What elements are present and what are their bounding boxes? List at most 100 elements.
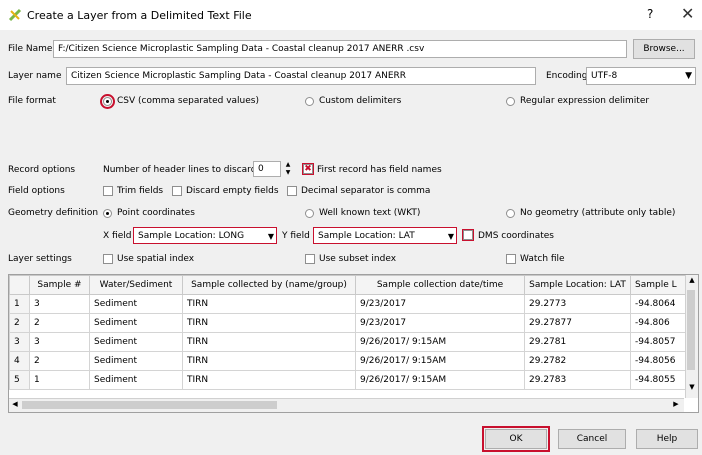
table-cell: 9/23/2017 — [355, 313, 525, 333]
table-cell: 2 — [29, 313, 90, 333]
column-header[interactable]: Sample collected by (name/group) — [182, 275, 356, 295]
qgis-logo-icon — [8, 8, 22, 22]
trim-fields-label: Trim fields — [117, 186, 164, 196]
close-icon[interactable]: ✕ — [681, 4, 694, 23]
layer-settings-label: Layer settings — [8, 254, 72, 264]
discard-empty-checkbox[interactable] — [172, 186, 182, 196]
table-cell: TIRN — [182, 370, 356, 390]
table-cell: TIRN — [182, 313, 356, 333]
y-field-label: Y field — [282, 231, 310, 241]
watch-file-label: Watch file — [520, 254, 565, 264]
column-header[interactable]: Water/Sediment — [89, 275, 183, 295]
table-cell: Sediment — [89, 332, 183, 352]
watch-file-checkbox[interactable] — [506, 254, 516, 264]
table-cell: 9/26/2017/ 9:15AM — [355, 370, 525, 390]
radio-regex-delimiter-label: Regular expression delimiter — [520, 96, 650, 106]
table-cell: -94.8055 — [630, 370, 689, 390]
y-field-select[interactable]: Sample Location: LAT ▼ — [313, 227, 457, 244]
file-name-label: File Name — [8, 44, 53, 54]
table-cell: TIRN — [182, 332, 356, 352]
radio-regex-delimiter[interactable] — [506, 97, 515, 106]
table-row[interactable]: 4 2 Sediment TIRN 9/26/2017/ 9:15AM 29.2… — [9, 351, 689, 371]
scroll-left-icon[interactable]: ◀ — [10, 400, 20, 411]
layer-name-input[interactable]: Citizen Science Microplastic Sampling Da… — [66, 67, 536, 85]
spinner-arrows-icon[interactable]: ▲ ▼ — [283, 161, 293, 177]
first-record-checkbox[interactable]: ✖ — [302, 163, 314, 175]
radio-point-coordinates[interactable] — [103, 209, 112, 218]
layer-name-label: Layer name — [8, 71, 62, 81]
scroll-up-icon[interactable]: ▲ — [687, 276, 697, 288]
column-header[interactable]: Sample Location: LAT — [524, 275, 631, 295]
x-field-value: Sample Location: LONG — [138, 231, 245, 241]
table-cell: TIRN — [182, 294, 356, 314]
radio-point-coordinates-label: Point coordinates — [117, 208, 195, 218]
dms-coordinates-checkbox[interactable] — [462, 229, 474, 241]
table-cell: -94.8064 — [630, 294, 689, 314]
chevron-down-icon: ▼ — [685, 71, 692, 81]
table-cell: 9/26/2017/ 9:15AM — [355, 351, 525, 371]
table-cell: 3 — [29, 294, 90, 314]
table-row[interactable]: 3 3 Sediment TIRN 9/26/2017/ 9:15AM 29.2… — [9, 332, 689, 352]
column-header[interactable]: Sample collection date/time — [355, 275, 525, 295]
table-row[interactable]: 5 1 Sediment TIRN 9/26/2017/ 9:15AM 29.2… — [9, 370, 689, 390]
horizontal-scroll-thumb[interactable] — [22, 401, 277, 409]
y-field-value: Sample Location: LAT — [318, 231, 415, 241]
spatial-index-checkbox[interactable] — [103, 254, 113, 264]
table-cell: 29.27877 — [524, 313, 631, 333]
file-name-input[interactable]: F:/Citizen Science Microplastic Sampling… — [53, 40, 627, 58]
encoding-select[interactable]: UTF-8 ▼ — [586, 67, 696, 85]
radio-no-geometry[interactable] — [506, 209, 515, 218]
scroll-down-icon[interactable]: ▼ — [687, 383, 697, 395]
table-cell: -94.8056 — [630, 351, 689, 371]
table-cell: Sediment — [89, 370, 183, 390]
table-row[interactable]: 2 2 Sediment TIRN 9/23/2017 29.27877 -94… — [9, 313, 689, 333]
record-options-label: Record options — [8, 165, 76, 175]
first-record-label: First record has field names — [317, 165, 442, 175]
subset-index-checkbox[interactable] — [305, 254, 315, 264]
radio-csv[interactable] — [100, 94, 115, 109]
browse-button[interactable]: Browse... — [633, 39, 695, 59]
radio-custom-delimiters[interactable] — [305, 97, 314, 106]
column-header[interactable]: Sample # — [29, 275, 90, 295]
cancel-button[interactable]: Cancel — [558, 429, 626, 449]
radio-custom-delimiters-label: Custom delimiters — [319, 96, 402, 106]
vertical-scrollbar[interactable]: ▲ ▼ — [685, 275, 698, 398]
table-cell: TIRN — [182, 351, 356, 371]
vertical-scroll-thumb[interactable] — [687, 290, 695, 370]
x-field-label: X field — [103, 231, 132, 241]
help-icon[interactable]: ? — [647, 7, 653, 21]
table-cell: Sediment — [89, 351, 183, 371]
ok-button[interactable]: OK — [482, 426, 550, 452]
table-cell: 3 — [29, 332, 90, 352]
preview-table: Sample # Water/Sediment Sample collected… — [9, 275, 689, 390]
horizontal-scrollbar[interactable]: ◀ ▶ — [9, 398, 684, 412]
encoding-label: Encoding — [546, 71, 588, 81]
help-button[interactable]: Help — [636, 429, 698, 449]
chevron-down-icon: ▼ — [267, 232, 274, 241]
row-number: 3 — [9, 332, 30, 352]
table-cell: 1 — [29, 370, 90, 390]
file-format-label: File format — [8, 96, 56, 106]
table-row[interactable]: 1 3 Sediment TIRN 9/23/2017 29.2773 -94.… — [9, 294, 689, 314]
table-cell: 29.2782 — [524, 351, 631, 371]
geometry-definition-label: Geometry definition — [8, 208, 99, 218]
decimal-comma-checkbox[interactable] — [287, 186, 297, 196]
window-title: Create a Layer from a Delimited Text Fil… — [27, 9, 252, 22]
table-cell: 9/23/2017 — [355, 294, 525, 314]
x-field-select[interactable]: Sample Location: LONG ▼ — [133, 227, 277, 244]
chevron-down-icon: ▼ — [447, 232, 454, 241]
field-options-label: Field options — [8, 186, 65, 196]
trim-fields-checkbox[interactable] — [103, 186, 113, 196]
scroll-right-icon[interactable]: ▶ — [671, 400, 681, 411]
table-cell: -94.806 — [630, 313, 689, 333]
preview-table-frame: Sample # Water/Sediment Sample collected… — [8, 274, 699, 413]
header-lines-input[interactable]: 0 — [253, 161, 281, 177]
corner-header[interactable] — [9, 275, 30, 295]
radio-wkt[interactable] — [305, 209, 314, 218]
column-header[interactable]: Sample L — [630, 275, 689, 295]
table-cell: 9/26/2017/ 9:15AM — [355, 332, 525, 352]
discard-empty-label: Discard empty fields — [186, 186, 279, 196]
row-number: 2 — [9, 313, 30, 333]
radio-no-geometry-label: No geometry (attribute only table) — [520, 208, 676, 218]
row-number: 1 — [9, 294, 30, 314]
